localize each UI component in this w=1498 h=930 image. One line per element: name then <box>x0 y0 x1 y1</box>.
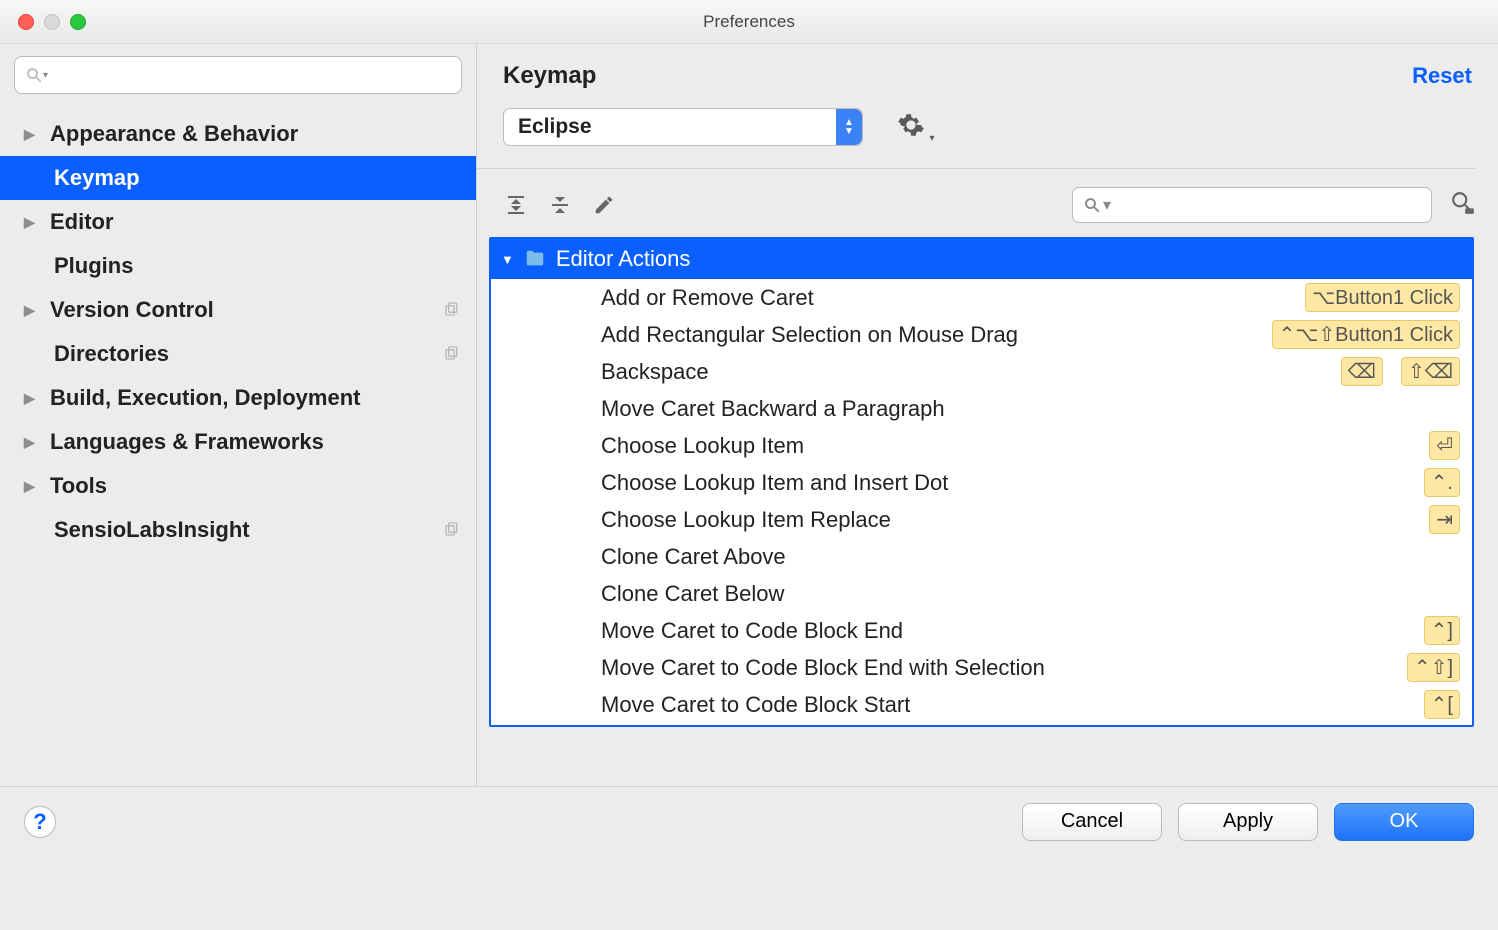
action-row[interactable]: Add Rectangular Selection on Mouse Drag ⌃… <box>491 316 1472 353</box>
keymap-select[interactable]: Eclipse ▲▼ <box>503 108 863 146</box>
sidebar-item-label: Editor <box>50 209 462 235</box>
chevron-right-icon: ▶ <box>24 302 38 319</box>
chevron-right-icon: ▶ <box>24 434 38 451</box>
main-panel: Keymap Reset Eclipse ▲▼ ▾ <box>477 44 1498 786</box>
project-settings-icon <box>444 517 462 543</box>
sidebar-item[interactable]: Plugins <box>0 244 476 288</box>
search-history-chevron-icon[interactable]: ▾ <box>43 70 48 81</box>
shortcut-badge: ⇥ <box>1429 505 1460 534</box>
edit-shortcut-button[interactable] <box>591 192 617 218</box>
sidebar-item-label: Directories <box>54 341 432 367</box>
dialog-footer: ? Cancel Apply OK <box>0 786 1498 856</box>
shortcut-badge: ⏎ <box>1429 431 1460 460</box>
shortcut-badge: ⌥Button1 Click <box>1305 283 1460 312</box>
action-label: Clone Caret Above <box>601 544 1460 570</box>
action-label: Choose Lookup Item and Insert Dot <box>601 470 1406 496</box>
expand-all-button[interactable] <box>503 192 529 218</box>
sidebar-item[interactable]: ▶ Appearance & Behavior <box>0 112 476 156</box>
shortcut-badge: ⌃] <box>1424 616 1460 645</box>
action-row[interactable]: Move Caret to Code Block End with Select… <box>491 649 1472 686</box>
project-settings-icon <box>444 341 462 367</box>
sidebar-item[interactable]: ▶ Build, Execution, Deployment <box>0 376 476 420</box>
action-row[interactable]: Choose Lookup Item Replace ⇥ <box>491 501 1472 538</box>
action-label: Move Caret to Code Block Start <box>601 692 1406 718</box>
shortcut-badge: ⌃. <box>1424 468 1460 497</box>
shortcut-badge: ⌃⇧] <box>1407 653 1460 682</box>
pencil-icon <box>593 194 615 216</box>
reset-link[interactable]: Reset <box>1412 63 1472 89</box>
keymap-settings-button[interactable]: ▾ <box>897 111 934 144</box>
search-icon <box>1083 196 1101 214</box>
action-label: Add or Remove Caret <box>601 285 1287 311</box>
gear-icon <box>897 111 925 139</box>
chevron-right-icon: ▶ <box>24 390 38 407</box>
collapse-all-button[interactable] <box>547 192 573 218</box>
action-label: Move Caret to Code Block End <box>601 618 1406 644</box>
cancel-button[interactable]: Cancel <box>1022 803 1162 841</box>
sidebar-item-label: Build, Execution, Deployment <box>50 385 462 411</box>
sidebar-item-label: Appearance & Behavior <box>50 121 462 147</box>
find-by-shortcut-button[interactable] <box>1450 190 1476 221</box>
sidebar-item-label: Version Control <box>50 297 432 323</box>
action-group-header[interactable]: ▼ Editor Actions <box>491 239 1472 279</box>
sidebar-item[interactable]: SensioLabsInsight <box>0 508 476 552</box>
shortcut-badge: ⌃[ <box>1424 690 1460 719</box>
select-arrows-icon: ▲▼ <box>836 109 862 145</box>
sidebar-item[interactable]: ▶ Languages & Frameworks <box>0 420 476 464</box>
search-history-chevron-icon[interactable]: ▾ <box>1103 195 1111 215</box>
search-icon <box>25 66 43 84</box>
action-row[interactable]: Move Caret Backward a Paragraph <box>491 390 1472 427</box>
action-row[interactable]: Backspace ⌫ ⇧⌫ <box>491 353 1472 390</box>
window-titlebar: Preferences <box>0 0 1498 44</box>
action-label: Backspace <box>601 359 1323 385</box>
action-label: Add Rectangular Selection on Mouse Drag <box>601 322 1254 348</box>
action-label: Choose Lookup Item <box>601 433 1411 459</box>
action-tree[interactable]: ▼ Editor Actions Add or Remove Caret ⌥But… <box>489 237 1474 727</box>
action-label: Clone Caret Below <box>601 581 1460 607</box>
sidebar-item[interactable]: ▶ Editor <box>0 200 476 244</box>
sidebar-item-label: Tools <box>50 473 462 499</box>
sidebar-item-label: Keymap <box>54 165 462 191</box>
preferences-tree: ▶ Appearance & Behavior Keymap ▶ Editor Plugi… <box>0 106 476 552</box>
sidebar-item[interactable]: Directories <box>0 332 476 376</box>
group-label: Editor Actions <box>556 246 691 272</box>
preferences-sidebar: ▾ ▶ Appearance & Behavior Keymap ▶ Editor Plu… <box>0 44 477 786</box>
sidebar-item-label: SensioLabsInsight <box>54 517 432 543</box>
apply-button[interactable]: Apply <box>1178 803 1318 841</box>
sidebar-item-label: Languages & Frameworks <box>50 429 462 455</box>
action-row[interactable]: Move Caret to Code Block Start ⌃[ <box>491 686 1472 723</box>
project-settings-icon <box>444 297 462 323</box>
shortcut-badge: ⌫ <box>1341 357 1383 386</box>
action-row[interactable]: Clone Caret Above <box>491 538 1472 575</box>
shortcut-badge: ⌃⌥⇧Button1 Click <box>1272 320 1460 349</box>
page-title: Keymap <box>503 62 596 90</box>
action-label: Choose Lookup Item Replace <box>601 507 1411 533</box>
chevron-right-icon: ▶ <box>24 126 38 143</box>
keymap-select-value: Eclipse <box>518 115 592 139</box>
action-row[interactable]: Clone Caret Below <box>491 575 1472 612</box>
action-label: Move Caret to Code Block End with Select… <box>601 655 1389 681</box>
ok-button[interactable]: OK <box>1334 803 1474 841</box>
chevron-right-icon: ▶ <box>24 214 38 231</box>
chevron-right-icon: ▶ <box>24 478 38 495</box>
sidebar-search-input[interactable]: ▾ <box>14 56 462 94</box>
help-button[interactable]: ? <box>24 806 56 838</box>
sidebar-item-label: Plugins <box>54 253 462 279</box>
window-title: Preferences <box>0 12 1498 32</box>
expand-all-icon <box>504 193 528 217</box>
action-row[interactable]: Add or Remove Caret ⌥Button1 Click <box>491 279 1472 316</box>
action-label: Move Caret Backward a Paragraph <box>601 396 1460 422</box>
action-row[interactable]: Move Caret to Code Block End ⌃] <box>491 612 1472 649</box>
shortcut-badge: ⇧⌫ <box>1401 357 1460 386</box>
find-shortcut-icon <box>1450 190 1476 216</box>
sidebar-item[interactable]: Keymap <box>0 156 476 200</box>
action-search-input[interactable]: ▾ <box>1072 187 1432 223</box>
sidebar-item[interactable]: ▶ Tools <box>0 464 476 508</box>
action-row[interactable]: Choose Lookup Item ⏎ <box>491 427 1472 464</box>
collapse-all-icon <box>548 193 572 217</box>
action-row[interactable]: Choose Lookup Item and Insert Dot ⌃. <box>491 464 1472 501</box>
disclosure-triangle-icon: ▼ <box>501 252 514 267</box>
sidebar-item[interactable]: ▶ Version Control <box>0 288 476 332</box>
folder-icon <box>524 248 546 270</box>
